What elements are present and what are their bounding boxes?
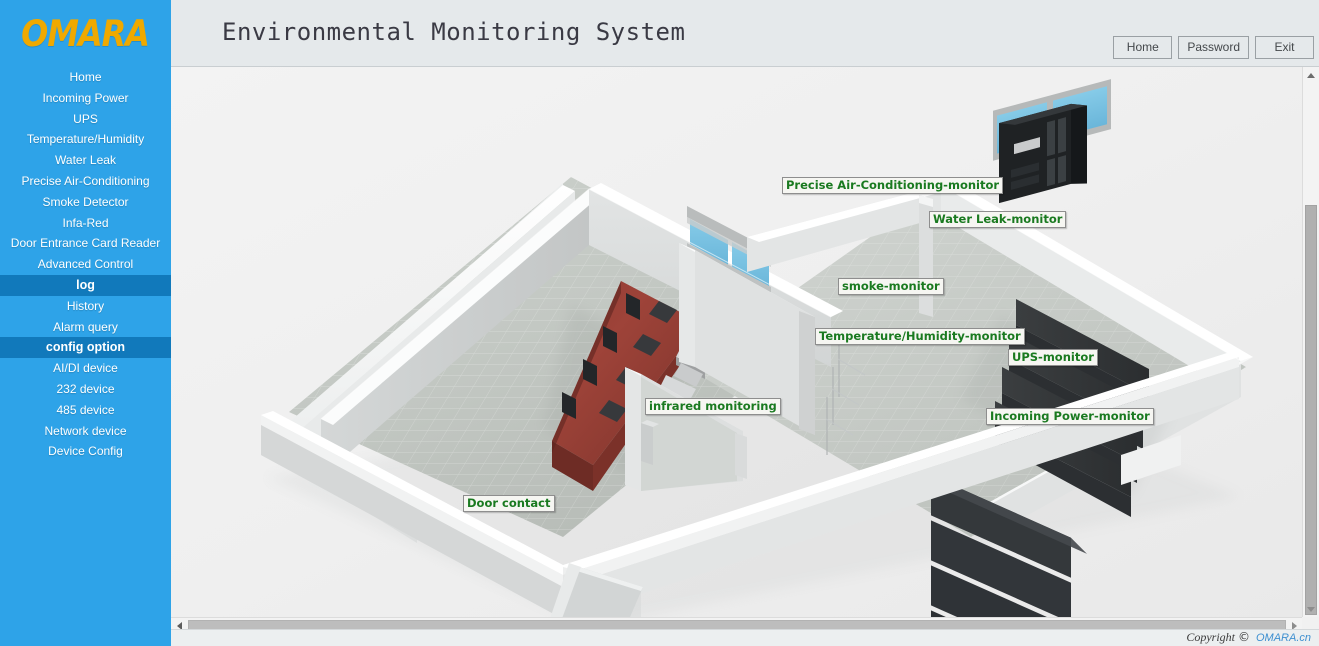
- sidebar-item-infa-red[interactable]: Infa-Red: [0, 213, 171, 234]
- sidebar-item-precise-air-conditioning[interactable]: Precise Air-Conditioning: [0, 171, 171, 192]
- floorplan-3d-scene: Precise Air-Conditioning-monitor Water Le…: [171, 67, 1302, 617]
- content-area: Precise Air-Conditioning-monitor Water Le…: [171, 67, 1319, 646]
- label-temperature-humidity-monitor[interactable]: Temperature/Humidity-monitor: [815, 328, 1025, 345]
- sidebar-item-advanced-control[interactable]: Advanced Control: [0, 254, 171, 275]
- brand-logo[interactable]: OMARA: [0, 0, 171, 67]
- sidebar-section-log[interactable]: log: [0, 275, 171, 296]
- logo-text: OMARA: [22, 12, 150, 54]
- sidebar-item-temperature-humidity[interactable]: Temperature/Humidity: [0, 129, 171, 150]
- scroll-down-arrow-icon[interactable]: [1303, 601, 1319, 617]
- sidebar-item-device-config[interactable]: Device Config: [0, 441, 171, 462]
- floorplan-viewport: Precise Air-Conditioning-monitor Water Le…: [171, 67, 1302, 617]
- vertical-scrollbar[interactable]: [1302, 67, 1319, 617]
- copyright-label: Copyright: [1186, 630, 1235, 644]
- floorplan-illustration: [171, 67, 1302, 617]
- label-water-leak-monitor[interactable]: Water Leak-monitor: [929, 211, 1066, 228]
- label-smoke-monitor[interactable]: smoke-monitor: [838, 278, 944, 295]
- sidebar-item-232-device[interactable]: 232 device: [0, 379, 171, 400]
- label-incoming-power-monitor[interactable]: Incoming Power-monitor: [986, 408, 1154, 425]
- sidebar-section-config-option[interactable]: config option: [0, 337, 171, 358]
- copyright-symbol-icon: ©: [1238, 630, 1250, 644]
- application-window: OMARA Environmental Monitoring System Ho…: [0, 0, 1319, 646]
- page-title: Environmental Monitoring System: [222, 18, 685, 46]
- label-infrared-monitoring[interactable]: infrared monitoring: [645, 398, 781, 415]
- app-header: OMARA Environmental Monitoring System Ho…: [0, 0, 1319, 67]
- home-button[interactable]: Home: [1113, 36, 1172, 59]
- sidebar-item-history[interactable]: History: [0, 296, 171, 317]
- company-link[interactable]: OMARA.cn: [1256, 632, 1311, 644]
- sidebar-item-door-entrance-card-reader[interactable]: Door Entrance Card Reader: [0, 233, 171, 254]
- sidebar-item-home[interactable]: Home: [0, 67, 171, 88]
- sidebar-item-485-device[interactable]: 485 device: [0, 400, 171, 421]
- label-door-contact[interactable]: Door contact: [463, 495, 555, 512]
- sidebar-item-alarm-query[interactable]: Alarm query: [0, 317, 171, 338]
- label-ups-monitor[interactable]: UPS-monitor: [1008, 349, 1098, 366]
- sidebar-navigation: HomeIncoming PowerUPSTemperature/Humidit…: [0, 67, 171, 646]
- password-button[interactable]: Password: [1178, 36, 1249, 59]
- vertical-scrollbar-thumb[interactable]: [1305, 205, 1317, 615]
- header-button-group: Home Password Exit: [1113, 36, 1314, 59]
- sidebar-item-incoming-power[interactable]: Incoming Power: [0, 88, 171, 109]
- copyright-notice: Copyright © OMARA.cn: [1186, 630, 1311, 645]
- app-footer: Copyright © OMARA.cn: [171, 629, 1319, 646]
- exit-button[interactable]: Exit: [1255, 36, 1314, 59]
- sidebar-item-ai-di-device[interactable]: AI/DI device: [0, 358, 171, 379]
- label-precise-air-conditioning-monitor[interactable]: Precise Air-Conditioning-monitor: [782, 177, 1003, 194]
- sidebar-item-water-leak[interactable]: Water Leak: [0, 150, 171, 171]
- scroll-up-arrow-icon[interactable]: [1303, 67, 1319, 83]
- sidebar-item-ups[interactable]: UPS: [0, 109, 171, 130]
- sidebar-item-smoke-detector[interactable]: Smoke Detector: [0, 192, 171, 213]
- sidebar-item-network-device[interactable]: Network device: [0, 421, 171, 442]
